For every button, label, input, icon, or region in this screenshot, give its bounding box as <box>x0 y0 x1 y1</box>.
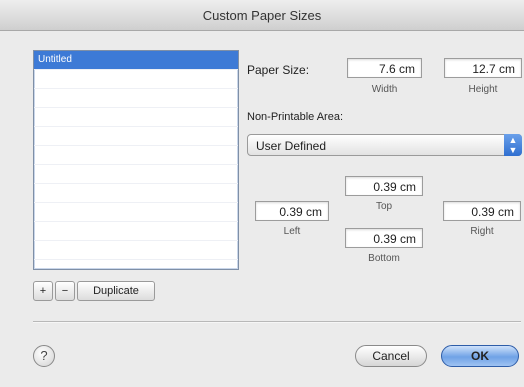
margin-right-field[interactable]: 0.39 cm <box>443 201 521 221</box>
window-title: Custom Paper Sizes <box>202 8 322 23</box>
custom-paper-sizes-dialog: Custom Paper Sizes Untitled + − Duplicat… <box>0 0 524 387</box>
list-item[interactable] <box>34 146 238 165</box>
list-item[interactable] <box>34 127 238 146</box>
height-caption: Height <box>468 84 498 95</box>
title-bar: Custom Paper Sizes <box>0 0 524 31</box>
list-item[interactable] <box>34 89 238 108</box>
left-caption: Left <box>283 226 301 237</box>
margin-bottom-field[interactable]: 0.39 cm <box>345 228 423 248</box>
right-caption: Right <box>470 226 494 237</box>
chevron-up-down-icon: ▲ ▼ <box>504 134 522 156</box>
add-size-button[interactable]: + <box>33 281 53 301</box>
paper-height-field[interactable]: 12.7 cm <box>444 58 522 78</box>
list-item[interactable] <box>34 165 238 184</box>
top-caption: Top <box>375 201 393 212</box>
cancel-button[interactable]: Cancel <box>355 345 427 367</box>
width-caption: Width <box>371 84 398 95</box>
list-item[interactable] <box>34 184 238 203</box>
help-icon[interactable]: ? <box>33 345 55 367</box>
bottom-caption: Bottom <box>368 253 400 264</box>
non-printable-area-value: User Defined <box>256 139 327 153</box>
remove-size-button[interactable]: − <box>55 281 75 301</box>
list-item[interactable] <box>34 108 238 127</box>
list-item[interactable]: Untitled <box>34 51 238 70</box>
list-item[interactable] <box>34 260 238 269</box>
margin-left-field[interactable]: 0.39 cm <box>255 201 329 221</box>
non-printable-area-label: Non-Printable Area: <box>247 111 343 123</box>
list-item[interactable] <box>34 203 238 222</box>
duplicate-button[interactable]: Duplicate <box>77 281 155 301</box>
list-item[interactable] <box>34 70 238 89</box>
list-item[interactable] <box>34 241 238 260</box>
paper-size-label: Paper Size: <box>247 63 310 77</box>
list-item[interactable] <box>34 222 238 241</box>
margin-top-field[interactable]: 0.39 cm <box>345 176 423 196</box>
ok-button[interactable]: OK <box>441 345 519 367</box>
footer-divider <box>33 321 521 323</box>
non-printable-area-select[interactable]: User Defined ▲ ▼ <box>247 134 522 156</box>
paper-sizes-list[interactable]: Untitled <box>33 50 239 270</box>
paper-width-field[interactable]: 7.6 cm <box>347 58 422 78</box>
